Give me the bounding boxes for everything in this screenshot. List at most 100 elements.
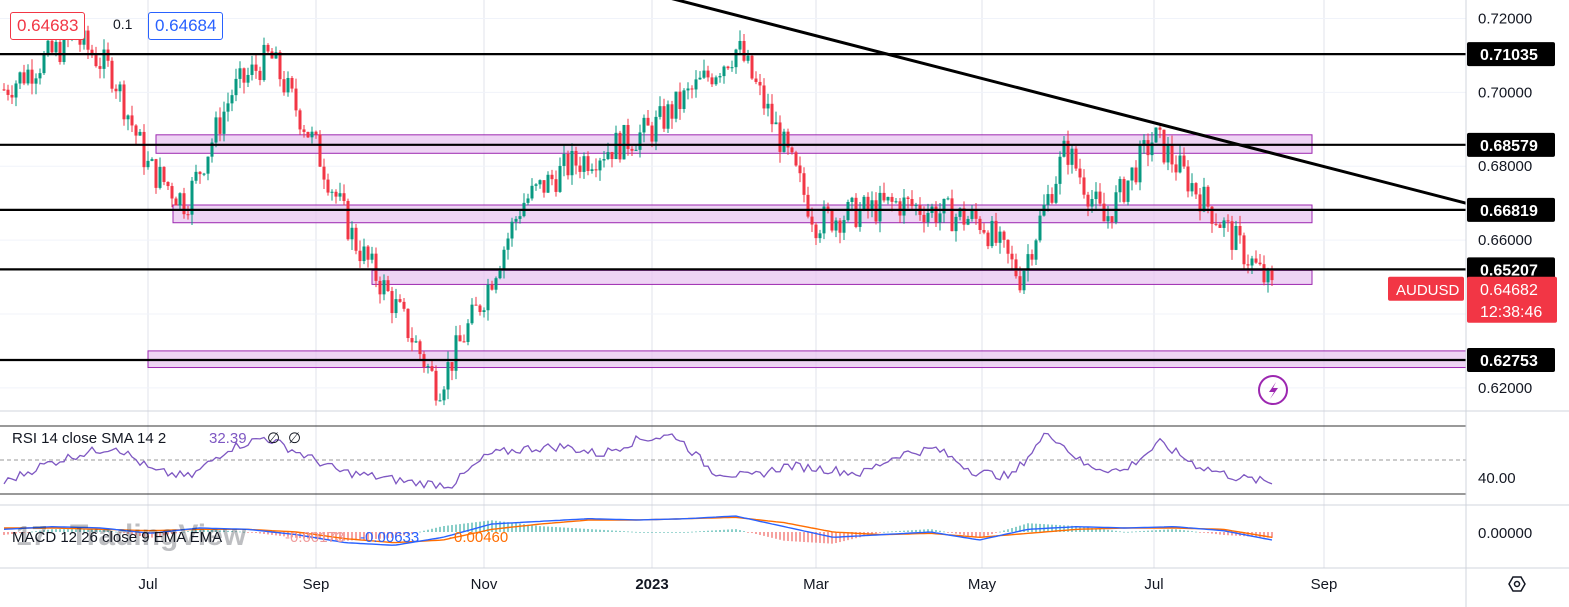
candle-body [590,169,594,172]
candle-body [1134,167,1138,183]
candle-body [1114,192,1118,223]
candle-body [50,40,54,53]
macd-histogram-bar [995,532,997,533]
candle-body [622,125,626,160]
candle-body [230,95,234,104]
macd-histogram-bar [1147,530,1149,532]
candle-body [434,370,438,401]
candle-body [86,30,90,50]
zone-2 [371,269,1313,285]
candle-body [742,40,746,61]
candle-body [814,224,818,239]
ask-price-box[interactable]: 0.64684 [148,12,224,40]
candle-body [570,150,574,176]
zones [147,134,1467,369]
macd-histogram-bar [751,532,753,534]
macd-histogram-bar [591,529,593,532]
candle-body [606,152,610,160]
candle-body [502,249,506,270]
candle-body [1234,225,1238,250]
candle-body [498,269,502,279]
candle-body [1242,235,1246,265]
candle-body [290,77,294,89]
macd-histogram-bar [879,532,881,533]
candle-body [1026,254,1030,271]
macd-histogram-bar [719,530,721,532]
candle-body [58,41,62,62]
y-tick-label: 0.68000 [1478,158,1532,175]
lightning-icon [1258,375,1288,405]
candle-body [18,72,22,84]
macd-histogram-bar [831,532,833,544]
candle-body [1030,254,1034,260]
y-tick-label: 0.66000 [1478,232,1532,249]
candle-body [538,180,542,185]
candle-body [38,73,42,79]
x-tick-label: Sep [303,576,330,593]
macd-histogram-bar [587,528,589,532]
candle-body [986,232,990,247]
candle-body [438,400,442,402]
candle-body [46,40,50,55]
level-label: 0.62753 [1480,353,1538,370]
macd-histogram-bar [723,529,725,532]
macd-histogram-bar [627,531,629,533]
macd-histogram-bar [991,532,993,535]
macd-histogram-bar [7,532,9,535]
candle-body [1122,179,1126,202]
candle-body [566,153,570,176]
macd-histogram-bar [639,532,641,533]
spread-value: 0.1 [113,16,133,32]
candle-body [678,91,682,109]
candle-body [34,78,38,84]
macd-histogram-bar [899,530,901,532]
settings-dot [1513,580,1521,588]
candle-body [1202,186,1206,212]
candle-body [902,197,906,216]
macd-histogram-bar [519,523,521,532]
macd-histogram-bar [923,529,925,532]
candle-body [1102,203,1106,222]
candle-body [346,200,350,240]
candle-body [102,49,106,69]
candle-body [130,115,134,126]
candle-body [138,131,142,136]
macd-histogram-bar [675,532,677,533]
candle-body [146,160,150,168]
trendline-group [671,0,1467,205]
candle-body [858,209,862,227]
candle-body [114,88,118,92]
candle-body [846,201,850,221]
level-label: 0.66819 [1480,203,1538,220]
macd-histogram-bar [255,532,257,533]
candle-body [338,193,342,197]
candle-body [978,218,982,231]
candle-body [1270,270,1274,281]
candle-body [1022,270,1026,291]
macd-histogram-bar [1215,532,1217,535]
candle-body [298,110,302,130]
candle-body [542,180,546,193]
candle-body [1146,140,1150,156]
macd-histogram-bar [603,529,605,532]
candle-body [710,77,714,85]
macd-histogram-bar [1107,529,1109,532]
settings-icon[interactable] [1508,576,1526,592]
candle-body [638,132,642,150]
candle-body [162,166,166,182]
candle-body [734,49,738,68]
macd-histogram-bar [1187,530,1189,532]
candle-body [1266,270,1270,283]
candle-body [426,366,430,368]
candle-body [642,117,646,133]
candle-body [378,280,382,295]
candle-body [354,227,358,251]
macd-histogram-bar [667,532,669,533]
macd-value: -0.00633 [360,529,419,546]
chart-canvas[interactable]: RSI 14 close SMA 14 2 32.39 ∅ ∅40.00 MACD 1… [0,0,1569,607]
candle-body [890,196,894,202]
candle-body [1010,253,1014,260]
candle-body [530,185,534,199]
bid-price-box[interactable]: 0.64683 [10,12,86,40]
macd-histogram-bar [1199,532,1201,533]
